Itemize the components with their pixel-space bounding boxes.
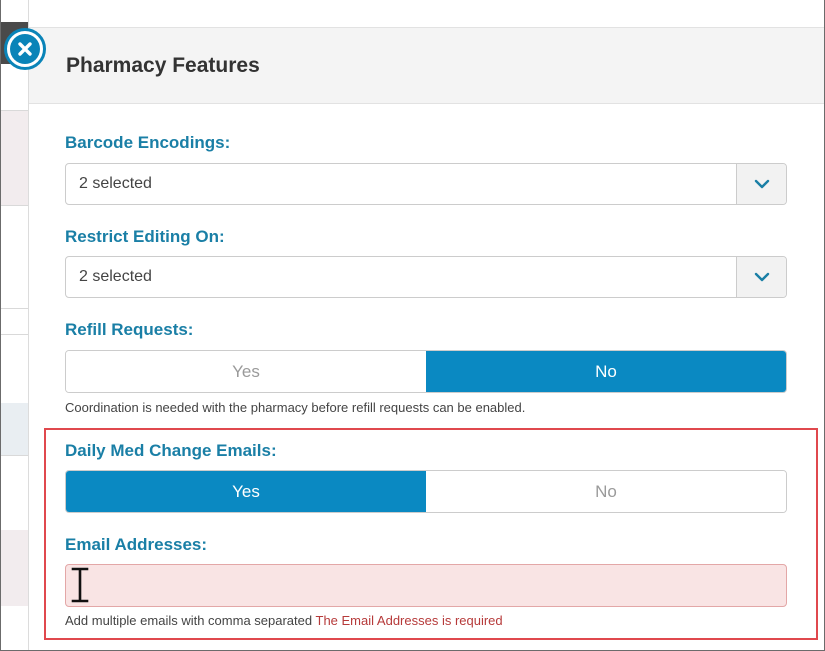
refill-requests-yes-button[interactable]: Yes bbox=[66, 351, 426, 392]
daily-med-change-emails-label: Daily Med Change Emails: bbox=[65, 441, 277, 460]
refill-requests-label: Refill Requests: bbox=[65, 320, 194, 339]
email-addresses-error: The Email Addresses is required bbox=[315, 613, 503, 628]
chevron-down-icon bbox=[754, 272, 769, 282]
background-divider bbox=[0, 334, 28, 335]
daily-med-no-button[interactable]: No bbox=[426, 471, 786, 512]
restrict-editing-select[interactable]: 2 selected bbox=[65, 256, 787, 298]
refill-requests-help-text: Coordination is needed with the pharmacy… bbox=[65, 400, 526, 415]
email-addresses-label: Email Addresses: bbox=[65, 535, 208, 554]
restrict-editing-label: Restrict Editing On: bbox=[65, 227, 225, 246]
refill-requests-no-button[interactable]: No bbox=[426, 351, 786, 392]
background-divider bbox=[0, 205, 28, 206]
background-divider bbox=[0, 455, 28, 456]
email-addresses-input[interactable] bbox=[65, 564, 787, 607]
barcode-encodings-dropdown-button[interactable] bbox=[736, 164, 786, 204]
background-divider bbox=[0, 308, 28, 309]
email-addresses-help-text: Add multiple emails with comma separated… bbox=[65, 613, 503, 628]
daily-med-yes-button[interactable]: Yes bbox=[66, 471, 426, 512]
daily-med-change-emails-toggle: Yes No bbox=[65, 470, 787, 513]
modal-header: Pharmacy Features bbox=[29, 27, 825, 104]
close-circle-icon bbox=[10, 34, 40, 64]
chevron-down-icon bbox=[754, 179, 769, 189]
close-button[interactable] bbox=[4, 28, 46, 70]
restrict-editing-dropdown-button[interactable] bbox=[736, 257, 786, 297]
background-row bbox=[0, 530, 28, 606]
barcode-encodings-value: 2 selected bbox=[79, 175, 152, 192]
background-row bbox=[0, 403, 28, 455]
background-row bbox=[0, 111, 28, 205]
restrict-editing-value: 2 selected bbox=[79, 268, 152, 285]
refill-requests-toggle: Yes No bbox=[65, 350, 787, 393]
modal-title: Pharmacy Features bbox=[66, 54, 260, 77]
barcode-encodings-label: Barcode Encodings: bbox=[65, 133, 231, 152]
email-addresses-hint: Add multiple emails with comma separated bbox=[65, 613, 313, 628]
barcode-encodings-select[interactable]: 2 selected bbox=[65, 163, 787, 205]
background-app-strip bbox=[0, 0, 28, 651]
text-cursor-icon bbox=[71, 567, 89, 603]
